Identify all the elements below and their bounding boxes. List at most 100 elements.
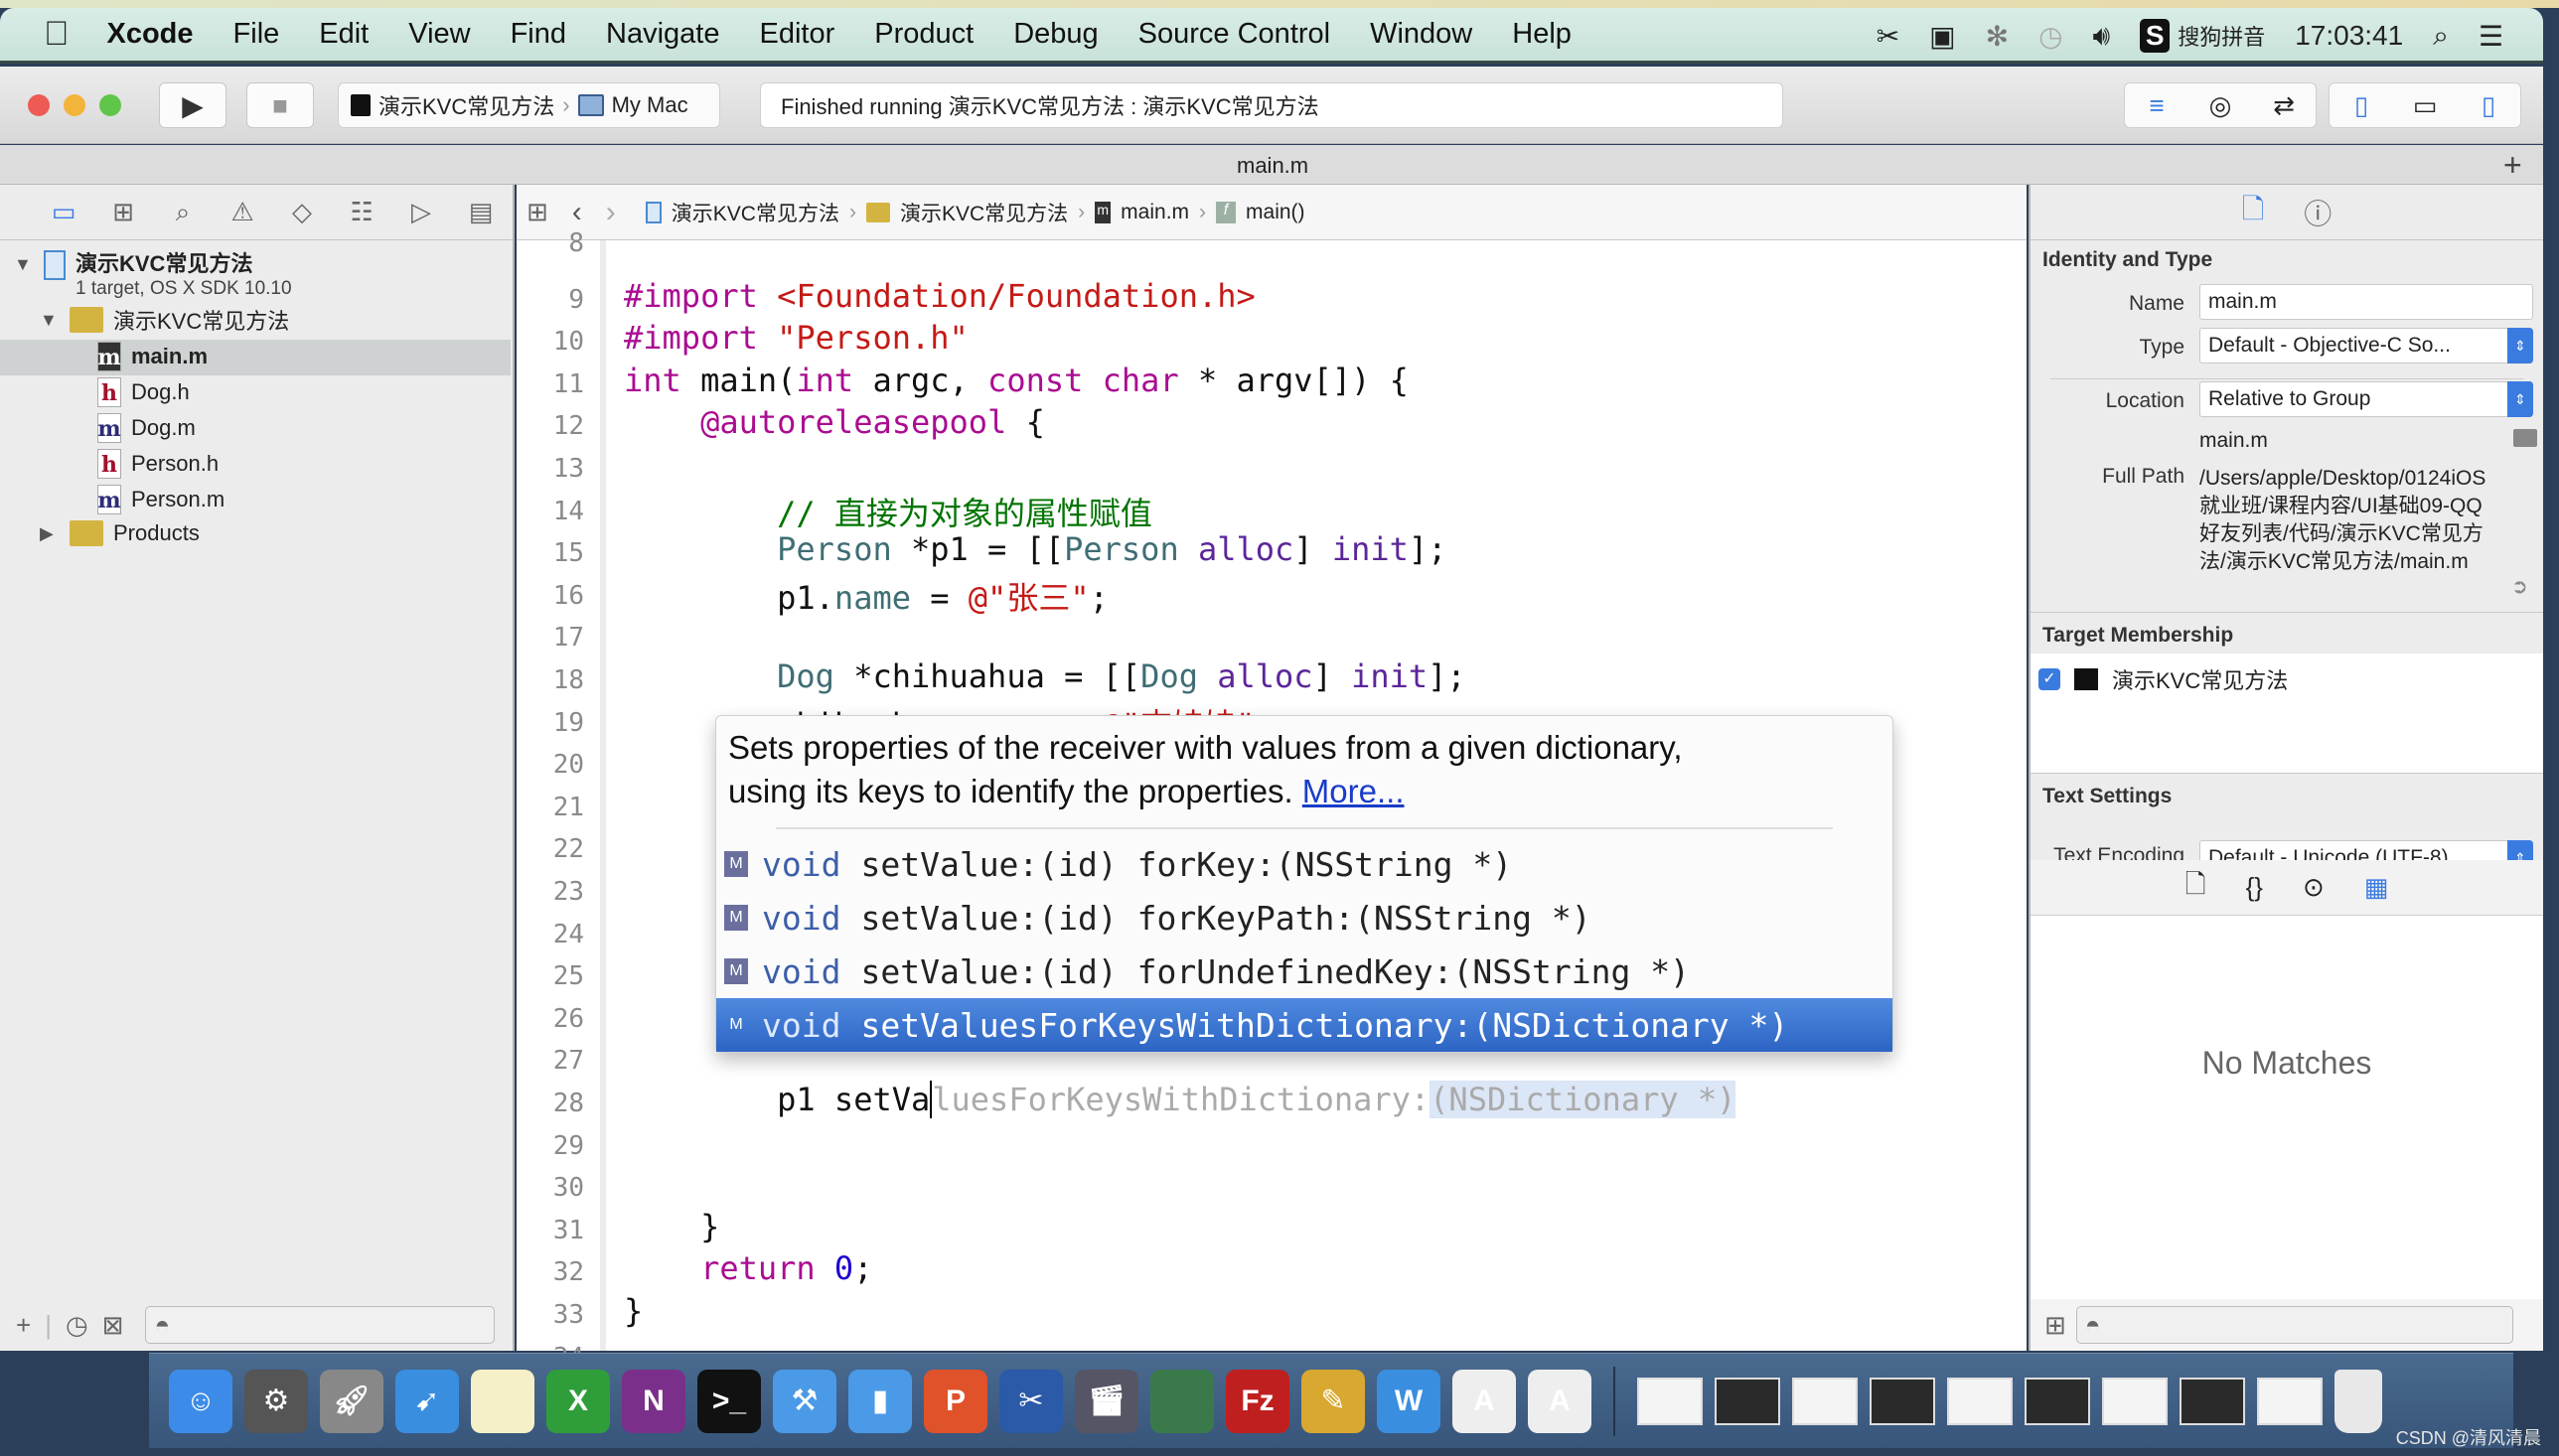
menu-navigate[interactable]: Navigate bbox=[586, 18, 739, 51]
code-snippet-icon[interactable]: {} bbox=[2246, 872, 2263, 903]
dock-app-instruments-icon[interactable]: A bbox=[1528, 1369, 1591, 1433]
completion-item-selected[interactable]: M void setValuesForKeysWithDictionary:(N… bbox=[716, 998, 1892, 1052]
text-encoding-select[interactable]: Default - Unicode (UTF-8) ⇕ bbox=[2199, 840, 2533, 860]
dock-minimized-window[interactable] bbox=[1715, 1377, 1780, 1425]
stop-button[interactable]: ■ bbox=[246, 82, 314, 128]
completion-item[interactable]: M void setValue:(id) forKey:(NSString *) bbox=[716, 837, 1892, 891]
dock-app-finder-icon[interactable]: ☺ bbox=[169, 1369, 232, 1433]
menu-app-name[interactable]: Xcode bbox=[87, 18, 214, 51]
code-line-current[interactable]: p1 setValuesForKeysWithDictionary:(NSDic… bbox=[624, 1081, 1736, 1118]
dock-app-system-preferences-icon[interactable]: ⚙ bbox=[244, 1369, 308, 1433]
menu-window[interactable]: Window bbox=[1350, 18, 1492, 51]
volume-icon[interactable]: 🔊︎ bbox=[2093, 20, 2111, 53]
notification-center-icon[interactable]: ☰ bbox=[2479, 20, 2503, 53]
toggle-navigator-icon[interactable]: ▯ bbox=[2330, 90, 2393, 121]
menu-find[interactable]: Find bbox=[491, 18, 586, 51]
dock-app-onenote-icon[interactable]: N bbox=[622, 1369, 685, 1433]
search-icon[interactable]: ⌕ bbox=[153, 197, 213, 228]
menu-debug[interactable]: Debug bbox=[993, 18, 1118, 51]
dock-minimized-window[interactable] bbox=[1637, 1377, 1703, 1425]
media-library-icon[interactable]: ▦ bbox=[2364, 872, 2389, 903]
code-line[interactable]: // 直接为对象的属性赋值 bbox=[624, 489, 1152, 534]
menu-help[interactable]: Help bbox=[1492, 18, 1591, 51]
menu-edit[interactable]: Edit bbox=[299, 18, 388, 51]
close-window-button[interactable] bbox=[28, 94, 50, 116]
warning-icon[interactable]: ⚠ bbox=[213, 197, 272, 227]
unsaved-filter-icon[interactable]: ⊠ bbox=[102, 1310, 124, 1341]
standard-editor-icon[interactable]: ≡ bbox=[2125, 90, 2188, 121]
reveal-in-finder-icon[interactable]: ➲ bbox=[2511, 574, 2528, 599]
code-line[interactable]: } bbox=[624, 1208, 719, 1245]
dock-app-app-icon[interactable]: W bbox=[1377, 1369, 1440, 1433]
symbol-hierarchy-icon[interactable]: ⊞ bbox=[93, 197, 153, 227]
code-line[interactable]: int main(int argc, const char * argv[]) … bbox=[624, 362, 1409, 399]
breadcrumb-file[interactable]: main.m bbox=[1121, 201, 1189, 224]
minimize-window-button[interactable] bbox=[64, 94, 85, 116]
more-link[interactable]: More... bbox=[1302, 773, 1405, 809]
back-button[interactable]: ‹ bbox=[572, 196, 582, 229]
file-row-person-m[interactable]: m Person.m bbox=[97, 485, 225, 514]
code-line[interactable]: Dog *chihuahua = [[Dog alloc] init]; bbox=[624, 657, 1466, 695]
library-filter-input[interactable]: ◓ bbox=[2075, 1306, 2513, 1344]
file-row-person-h[interactable]: h Person.h bbox=[97, 449, 219, 479]
dock-app-simulator-icon[interactable]: ▮ bbox=[848, 1369, 912, 1433]
breadcrumb-function[interactable]: main() bbox=[1246, 201, 1305, 224]
disclosure-open-icon[interactable]: ▼ bbox=[40, 310, 60, 331]
dock-app-filezilla-icon[interactable]: Fz bbox=[1226, 1369, 1289, 1433]
type-select[interactable]: Default - Objective-C So... ⇕ bbox=[2199, 328, 2533, 364]
file-template-icon[interactable]: 🗋︎ bbox=[2185, 866, 2206, 910]
breadcrumb-project[interactable]: 演示KVC常见方法 bbox=[672, 198, 839, 227]
add-tab-button[interactable]: + bbox=[2503, 147, 2522, 184]
breadcrumb-group[interactable]: 演示KVC常见方法 bbox=[900, 198, 1068, 227]
dock-app-app-icon[interactable] bbox=[1150, 1369, 1214, 1433]
quick-help-icon[interactable]: ⓘ bbox=[2304, 193, 2332, 232]
add-file-button[interactable]: + bbox=[16, 1310, 31, 1341]
project-root-row[interactable]: ▼ 演示KVC常见方法 1 target, OS X SDK 10.10 bbox=[14, 246, 292, 300]
version-editor-icon[interactable]: ⇄ bbox=[2252, 90, 2316, 121]
toggle-debug-area-icon[interactable]: ▭ bbox=[2393, 90, 2457, 121]
code-line[interactable]: #import <Foundation/Foundation.h> bbox=[624, 277, 1256, 315]
dock-app-tool-icon[interactable]: ✎ bbox=[1301, 1369, 1365, 1433]
dock-app-launchpad-icon[interactable]: 🚀︎ bbox=[320, 1369, 383, 1433]
assistant-editor-icon[interactable]: ◎ bbox=[2188, 90, 2252, 121]
menu-clock[interactable]: 17:03:41 bbox=[2295, 20, 2403, 52]
code-line[interactable]: } bbox=[624, 1292, 643, 1330]
file-row-main-m[interactable]: m main.m bbox=[97, 342, 208, 371]
dock-minimized-window[interactable] bbox=[2102, 1377, 2168, 1425]
trash-icon[interactable] bbox=[2334, 1369, 2382, 1433]
menu-product[interactable]: Product bbox=[854, 18, 993, 51]
menu-editor[interactable]: Editor bbox=[739, 18, 854, 51]
debug-list-icon[interactable]: ☷ bbox=[332, 197, 391, 227]
code-line[interactable]: p1.name = @"张三"; bbox=[624, 573, 1109, 619]
dock-minimized-window[interactable] bbox=[1870, 1377, 1935, 1425]
file-inspector-icon[interactable]: 🗋︎ bbox=[2242, 189, 2265, 236]
dock-minimized-window[interactable] bbox=[2257, 1377, 2323, 1425]
dock-app-excel-icon[interactable]: X bbox=[546, 1369, 610, 1433]
code-line[interactable]: #import "Person.h" bbox=[624, 319, 969, 357]
group-row[interactable]: ▼ 演示KVC常见方法 bbox=[40, 304, 289, 336]
bluetooth-icon[interactable]: ✻ bbox=[1986, 20, 2009, 53]
choose-folder-icon[interactable] bbox=[2513, 429, 2537, 447]
test-diamond-icon[interactable]: ◇ bbox=[272, 197, 332, 227]
scissors-icon[interactable]: ✂ bbox=[1877, 20, 1899, 53]
checkbox-checked-icon[interactable]: ✓ bbox=[2038, 668, 2060, 690]
completion-item[interactable]: M void setValue:(id) forUndefinedKey:(NS… bbox=[716, 945, 1892, 998]
disclosure-closed-icon[interactable]: ▶ bbox=[40, 523, 60, 544]
code-line[interactable]: Person *p1 = [[Person alloc] init]; bbox=[624, 530, 1446, 568]
report-icon[interactable]: ▤ bbox=[451, 197, 511, 227]
tab-main-m[interactable]: main.m bbox=[1237, 153, 1308, 179]
dock-minimized-window[interactable] bbox=[1947, 1377, 2013, 1425]
code-line[interactable]: @autoreleasepool { bbox=[624, 403, 1045, 441]
file-row-dog-m[interactable]: m Dog.m bbox=[97, 413, 196, 443]
related-items-icon[interactable]: ⊞ bbox=[527, 197, 548, 227]
menu-view[interactable]: View bbox=[388, 18, 490, 51]
input-method-menu[interactable]: S 搜狗拼音 bbox=[2140, 19, 2265, 53]
dock-app-instruments-icon[interactable]: A bbox=[1452, 1369, 1516, 1433]
recent-files-clock-icon[interactable]: ◷ bbox=[66, 1310, 88, 1341]
zoom-window-button[interactable] bbox=[99, 94, 121, 116]
dock-app-scissors-icon[interactable]: ✂ bbox=[999, 1369, 1063, 1433]
placeholder-token[interactable]: (NSDictionary *) bbox=[1430, 1081, 1736, 1118]
run-button[interactable]: ▶ bbox=[159, 82, 226, 128]
forward-button[interactable]: › bbox=[606, 196, 616, 229]
dock-minimized-window[interactable] bbox=[2180, 1377, 2245, 1425]
